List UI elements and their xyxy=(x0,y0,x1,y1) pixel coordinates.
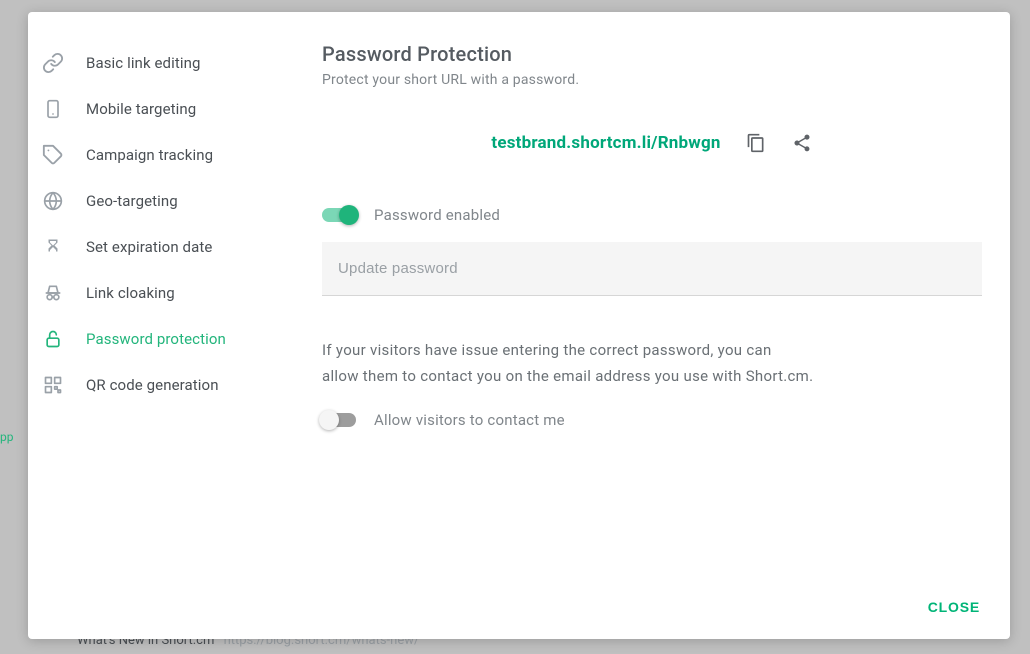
lock-icon xyxy=(42,328,64,350)
short-url-row: testbrand.shortcm.li/Rnbwgn xyxy=(322,132,982,154)
toggle-knob xyxy=(339,205,359,225)
hourglass-icon xyxy=(42,236,64,258)
modal-footer: CLOSE xyxy=(28,591,1010,639)
sidebar-item-label: Set expiration date xyxy=(86,238,212,256)
modal-body: Basic link editing Mobile targeting Camp… xyxy=(28,12,1010,591)
contact-info-text: If your visitors have issue entering the… xyxy=(322,338,982,389)
info-line-1: If your visitors have issue entering the… xyxy=(322,341,772,359)
sidebar-item-label: Geo-targeting xyxy=(86,192,178,210)
toggle-knob xyxy=(319,410,339,430)
sidebar-item-label: Basic link editing xyxy=(86,54,201,72)
sidebar-item-basic-link-editing[interactable]: Basic link editing xyxy=(42,40,274,86)
sidebar-item-label: Password protection xyxy=(86,330,226,348)
sidebar-item-geo-targeting[interactable]: Geo-targeting xyxy=(42,178,274,224)
password-enabled-label: Password enabled xyxy=(374,206,500,224)
sidebar: Basic link editing Mobile targeting Camp… xyxy=(28,12,286,591)
sidebar-item-qr-code-generation[interactable]: QR code generation xyxy=(42,362,274,408)
background-side-text: pp xyxy=(0,430,13,444)
info-line-2: allow them to contact you on the email a… xyxy=(322,367,813,385)
allow-contact-row: Allow visitors to contact me xyxy=(322,411,982,429)
sidebar-item-campaign-tracking[interactable]: Campaign tracking xyxy=(42,132,274,178)
smartphone-icon xyxy=(42,98,64,120)
password-enabled-toggle[interactable] xyxy=(322,208,356,222)
allow-contact-label: Allow visitors to contact me xyxy=(374,411,565,429)
sidebar-item-label: Campaign tracking xyxy=(86,146,213,164)
allow-contact-toggle[interactable] xyxy=(322,413,356,427)
sidebar-item-set-expiration-date[interactable]: Set expiration date xyxy=(42,224,274,270)
main-panel: Password Protection Protect your short U… xyxy=(286,12,1010,591)
password-input-wrap xyxy=(322,242,982,296)
sidebar-item-label: QR code generation xyxy=(86,376,219,394)
short-url-link[interactable]: testbrand.shortcm.li/Rnbwgn xyxy=(491,133,720,153)
tag-icon xyxy=(42,144,64,166)
link-settings-modal: Basic link editing Mobile targeting Camp… xyxy=(28,12,1010,639)
password-input[interactable] xyxy=(322,242,982,296)
globe-icon xyxy=(42,190,64,212)
page-title: Password Protection xyxy=(322,42,982,66)
sidebar-item-label: Link cloaking xyxy=(86,284,175,302)
password-enabled-row: Password enabled xyxy=(322,206,982,224)
qr-code-icon xyxy=(42,374,64,396)
page-subtitle: Protect your short URL with a password. xyxy=(322,72,982,88)
close-button[interactable]: CLOSE xyxy=(916,591,992,623)
sidebar-item-mobile-targeting[interactable]: Mobile targeting xyxy=(42,86,274,132)
share-icon[interactable] xyxy=(791,132,813,154)
sidebar-item-password-protection[interactable]: Password protection xyxy=(42,316,274,362)
sidebar-item-link-cloaking[interactable]: Link cloaking xyxy=(42,270,274,316)
link-icon xyxy=(42,52,64,74)
sidebar-item-label: Mobile targeting xyxy=(86,100,196,118)
copy-icon[interactable] xyxy=(745,132,767,154)
incognito-icon xyxy=(42,282,64,304)
